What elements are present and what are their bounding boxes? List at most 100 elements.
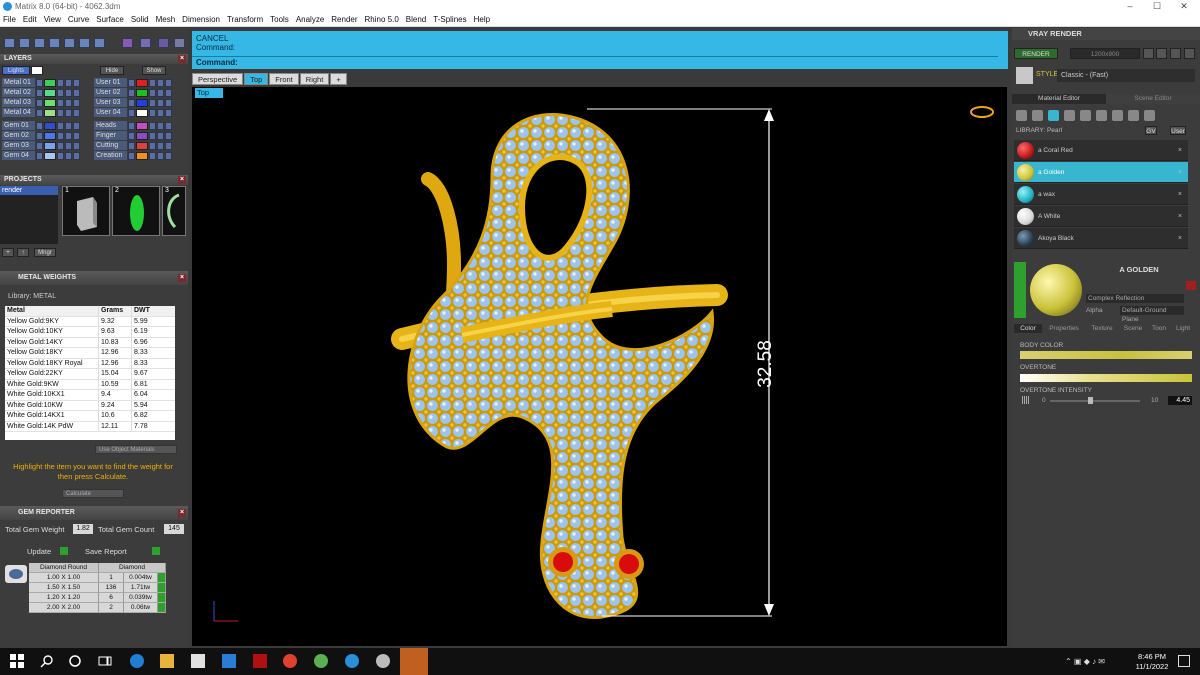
- menu-analyze[interactable]: Analyze: [296, 15, 324, 24]
- minimize-button[interactable]: –: [1116, 0, 1144, 13]
- layer-color[interactable]: [136, 108, 148, 117]
- system-tray-icons[interactable]: ⌃ ▣ ◆ ♪ ✉: [1065, 657, 1105, 666]
- render-button[interactable]: RENDER: [1014, 48, 1058, 59]
- tab-light[interactable]: Light: [1172, 324, 1194, 333]
- pattern-icon[interactable]: [1080, 110, 1091, 121]
- box-tool-icon[interactable]: [19, 38, 30, 48]
- user-button[interactable]: User: [1170, 126, 1186, 135]
- tab-scene[interactable]: Scene: [1120, 324, 1146, 333]
- layer-color[interactable]: [44, 141, 56, 150]
- table-row[interactable]: 1.00 X 1.00 1 0.004tw: [29, 573, 166, 583]
- layer-row[interactable]: Metal 03: [2, 98, 80, 107]
- menu-render[interactable]: Render: [331, 15, 357, 24]
- layer-row[interactable]: Gem 02: [2, 131, 80, 140]
- project-item[interactable]: render: [0, 186, 58, 195]
- projects-close-icon[interactable]: ×: [178, 176, 186, 184]
- table-row[interactable]: Yellow Gold:9KY 9.32 5.99: [5, 316, 175, 327]
- tab-color[interactable]: Color: [1014, 324, 1042, 333]
- table-row[interactable]: White Gold:9KW 10.59 6.81: [5, 379, 175, 390]
- filter-tool-icon[interactable]: [64, 38, 75, 48]
- menu-solid[interactable]: Solid: [131, 15, 149, 24]
- layer-color[interactable]: [136, 141, 148, 150]
- project-thumbnail[interactable]: 1: [62, 186, 110, 236]
- layer-color[interactable]: [136, 121, 148, 130]
- windows-start-icon[interactable]: [10, 654, 24, 668]
- layer-row[interactable]: Creation: [94, 151, 172, 160]
- remove-icon[interactable]: ×: [1178, 169, 1182, 176]
- layers-close-icon[interactable]: ×: [178, 55, 186, 63]
- calculate-button[interactable]: Calculate: [62, 489, 124, 498]
- layer-row[interactable]: Gem 04: [2, 151, 80, 160]
- pin-tool-icon[interactable]: [79, 38, 90, 48]
- drop-icon[interactable]: [1016, 110, 1027, 121]
- table-row[interactable]: White Gold:14KX1 10.6 6.82: [5, 411, 175, 422]
- table-row[interactable]: 1.50 X 1.50 136 1.71tw: [29, 583, 166, 593]
- layer-color[interactable]: [44, 151, 56, 160]
- sphere-tool-icon[interactable]: [34, 38, 45, 48]
- save-report-go-icon[interactable]: [152, 547, 160, 555]
- layer-row[interactable]: User 03: [94, 98, 172, 107]
- layer-color[interactable]: [136, 88, 148, 97]
- layer-color[interactable]: [44, 88, 56, 97]
- vray-tool-icon[interactable]: [1143, 48, 1154, 59]
- cube-tool-icon[interactable]: [49, 38, 60, 48]
- layer-color[interactable]: [44, 121, 56, 130]
- layer-row[interactable]: Metal 01: [2, 78, 80, 87]
- remove-icon[interactable]: ×: [1178, 191, 1182, 198]
- layer-row[interactable]: Gem 03: [2, 141, 80, 150]
- app-icon[interactable]: [376, 654, 390, 668]
- tab-properties[interactable]: Properties: [1045, 324, 1083, 333]
- table-row[interactable]: Yellow Gold:18KY 12.96 8.33: [5, 348, 175, 359]
- ground-plane-dropdown[interactable]: Default-Ground Plane: [1120, 306, 1184, 323]
- tab-top[interactable]: Top: [244, 73, 269, 85]
- chrome-icon[interactable]: [283, 654, 297, 668]
- project-thumbnail[interactable]: 2: [112, 186, 160, 236]
- layer-row[interactable]: Metal 04: [2, 108, 80, 117]
- layer-color[interactable]: [136, 151, 148, 160]
- use-object-materials-button[interactable]: Use Object Materials: [95, 445, 177, 454]
- store-icon[interactable]: [191, 654, 205, 668]
- intensity-value[interactable]: 4.45: [1168, 396, 1192, 405]
- mail-icon[interactable]: [222, 654, 236, 668]
- remove-icon[interactable]: ×: [1178, 147, 1182, 154]
- resolution-field[interactable]: 1200x900: [1070, 48, 1140, 59]
- gem-icon[interactable]: [1032, 110, 1043, 121]
- body-color-slider[interactable]: [1020, 351, 1192, 359]
- close-button[interactable]: ✕: [1170, 0, 1198, 13]
- layer-color[interactable]: [136, 131, 148, 140]
- intensity-slider-thumb[interactable]: [1088, 397, 1094, 404]
- app-icon[interactable]: [253, 654, 267, 668]
- tab-material-editor[interactable]: Material Editor: [1012, 94, 1106, 104]
- gem-tool-icon[interactable]: [158, 38, 169, 48]
- layer-color[interactable]: [136, 98, 148, 107]
- menu-surface[interactable]: Surface: [96, 15, 124, 24]
- remove-icon[interactable]: ×: [1178, 213, 1182, 220]
- table-row[interactable]: 1.20 X 1.20 6 0.039tw: [29, 593, 166, 603]
- up-project-button[interactable]: ↑: [17, 248, 29, 257]
- viewport[interactable]: Top 32.58: [192, 87, 1007, 646]
- current-layer-swatch[interactable]: [31, 66, 43, 75]
- menu-mesh[interactable]: Mesh: [156, 15, 176, 24]
- house-icon[interactable]: [1128, 110, 1139, 121]
- project-thumbnail[interactable]: 3: [162, 186, 186, 236]
- menu-transform[interactable]: Transform: [227, 15, 263, 24]
- gem-reporter-close-icon[interactable]: ×: [178, 509, 186, 517]
- metal-weights-close-icon[interactable]: ×: [178, 274, 186, 282]
- table-row[interactable]: White Gold:10KX1 9.4 6.04: [5, 390, 175, 401]
- save-report-button[interactable]: Save Report: [85, 547, 127, 556]
- menu-file[interactable]: File: [3, 15, 16, 24]
- layer-row[interactable]: Metal 02: [2, 88, 80, 97]
- tab-texture[interactable]: Texture: [1086, 324, 1118, 333]
- material-item[interactable]: a wax ×: [1014, 184, 1188, 205]
- render-tool-icon[interactable]: [122, 38, 133, 48]
- table-row[interactable]: White Gold:10KW 9.24 5.94: [5, 400, 175, 411]
- layer-row[interactable]: Cutting: [94, 141, 172, 150]
- grid-icon[interactable]: [1064, 110, 1075, 121]
- pearl-icon[interactable]: [1048, 110, 1059, 121]
- layer-row[interactable]: User 04: [94, 108, 172, 117]
- intensity-slider-track[interactable]: [1050, 400, 1140, 402]
- style-dropdown[interactable]: Classic - (Fast): [1057, 69, 1195, 82]
- task-view-icon[interactable]: [98, 654, 112, 668]
- grid-tool-icon[interactable]: [4, 38, 15, 48]
- table-row[interactable]: 2.00 X 2.00 2 0.06tw: [29, 603, 166, 613]
